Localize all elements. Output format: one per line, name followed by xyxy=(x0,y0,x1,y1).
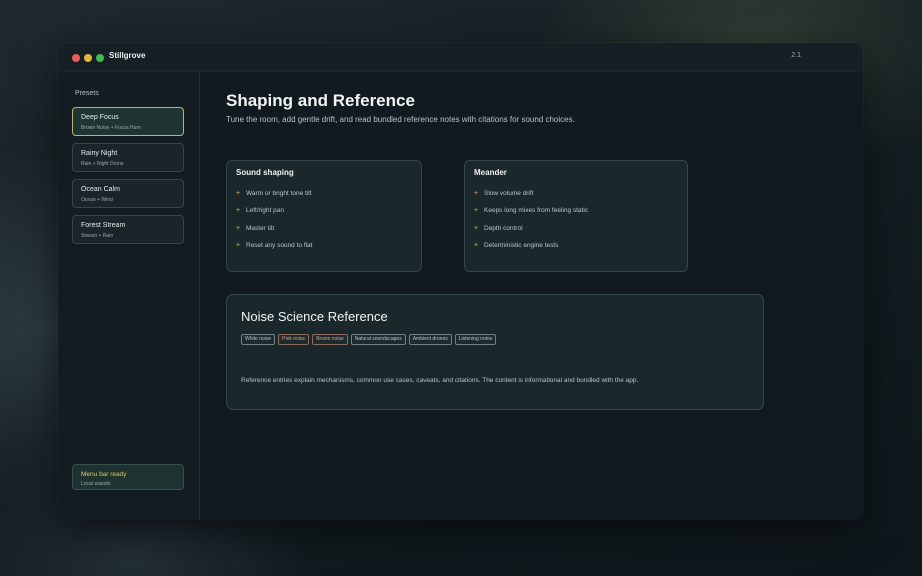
list-item: + Left/right pan xyxy=(236,207,284,215)
reference-note: Reference entries explain mechanisms, co… xyxy=(241,377,639,384)
close-window-button[interactable] xyxy=(72,54,80,62)
preset-name: Rainy Night xyxy=(81,150,118,157)
tag-ambient-drones[interactable]: Ambient drones xyxy=(408,334,452,345)
meander-card: Meander + Slow volume drift + Keeps long m… xyxy=(464,160,688,272)
app-title: Stillgrove xyxy=(109,51,146,60)
list-item: + Depth control xyxy=(474,224,523,232)
tag-pink-noise[interactable]: Pink noise xyxy=(278,334,310,345)
preset-subtitle: Rain + Night Drone xyxy=(81,161,124,167)
plus-icon: + xyxy=(236,242,241,250)
page-subtitle: Tune the room, add gentle drift, and rea… xyxy=(226,115,575,124)
plus-icon: + xyxy=(474,224,479,232)
maximize-window-button[interactable] xyxy=(96,54,104,62)
tag-white-noise[interactable]: White noise xyxy=(241,334,276,345)
page-title: Shaping and Reference xyxy=(226,91,415,110)
title-bar: Stillgrove 2.1 xyxy=(58,43,863,72)
list-item: + Keeps long mixes from feeling static xyxy=(474,207,589,215)
tag-brown-noise[interactable]: Brown noise xyxy=(312,334,348,345)
preset-name: Forest Stream xyxy=(81,222,126,229)
preset-subtitle: Brown Noise + Focus Hum xyxy=(81,125,141,131)
feature-list: + Slow volume drift + Keeps long mixes fro… xyxy=(474,185,588,254)
reference-tags: White noise Pink noise Brown noise Natur… xyxy=(241,334,497,345)
preset-name: Deep Focus xyxy=(81,114,119,121)
plus-icon: + xyxy=(236,207,241,215)
preset-subtitle: Stream + Rain xyxy=(81,233,114,239)
reference-title: Noise Science Reference xyxy=(241,309,388,324)
list-item: + Reset any sound to flat xyxy=(236,242,313,250)
plus-icon: + xyxy=(236,224,241,232)
plus-icon: + xyxy=(236,190,241,198)
plus-icon: + xyxy=(474,242,479,250)
status-subtitle: Local sounds xyxy=(81,481,111,487)
list-item: + Slow volume drift xyxy=(474,190,534,198)
menu-bar-status-card: Menu bar ready Local sounds xyxy=(72,464,184,490)
plus-icon: + xyxy=(474,207,479,215)
card-title: Sound shaping xyxy=(236,168,294,177)
sound-shaping-card: Sound shaping + Warm or bright tone tilt … xyxy=(226,160,422,272)
list-item: + Deterministic engine tests xyxy=(474,242,559,250)
list-item: + Master tilt xyxy=(236,224,275,232)
feature-list: + Warm or bright tone tilt + Left/right pa… xyxy=(236,185,313,254)
card-title: Meander xyxy=(474,168,507,177)
sidebar: Presets Deep Focus Brown Noise + Focus H… xyxy=(58,72,200,519)
preset-name: Ocean Calm xyxy=(81,186,120,193)
plus-icon: + xyxy=(474,190,479,198)
main-content: Shaping and Reference Tune the room, add… xyxy=(200,72,863,519)
presets-heading: Presets xyxy=(75,90,99,97)
list-item: + Warm or bright tone tilt xyxy=(236,190,312,198)
tag-natural-soundscapes[interactable]: Natural soundscapes xyxy=(350,334,406,345)
status-title: Menu bar ready xyxy=(81,471,127,478)
minimize-window-button[interactable] xyxy=(84,54,92,62)
app-window: Stillgrove 2.1 Presets Deep Focus Brown … xyxy=(58,43,863,519)
tag-listening-notes[interactable]: Listening notes xyxy=(454,334,497,345)
preset-rainy-night[interactable]: Rainy Night Rain + Night Drone xyxy=(72,143,184,172)
preset-ocean-calm[interactable]: Ocean Calm Ocean + Wind xyxy=(72,179,184,208)
noise-science-reference-card: Noise Science Reference White noise Pink… xyxy=(226,294,764,410)
preset-forest-stream[interactable]: Forest Stream Stream + Rain xyxy=(72,215,184,244)
preset-deep-focus[interactable]: Deep Focus Brown Noise + Focus Hum xyxy=(72,107,184,136)
version-label: 2.1 xyxy=(791,52,801,59)
preset-subtitle: Ocean + Wind xyxy=(81,197,113,203)
